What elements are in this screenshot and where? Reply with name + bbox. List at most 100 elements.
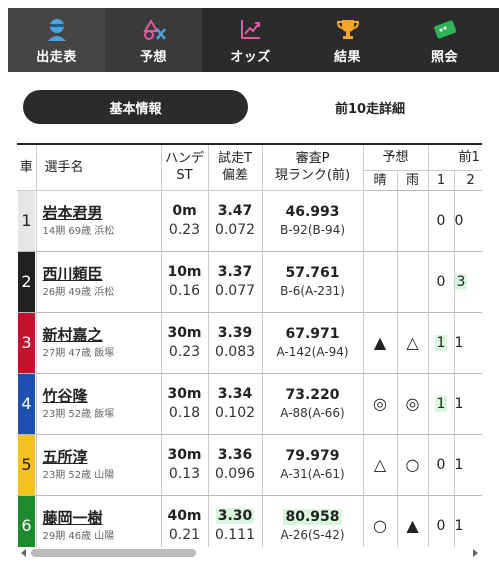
racer-icon: [44, 16, 70, 42]
racer-info: 23期 52歳 飯塚: [42, 408, 115, 420]
score: 80.958: [283, 509, 342, 525]
forecast-sunny: ▲: [363, 312, 398, 374]
deviation: 0.111: [214, 526, 256, 543]
prev-result-1: 0: [428, 190, 455, 252]
prev-result-2: 1: [454, 495, 482, 547]
prev-result-2: 3: [454, 251, 482, 313]
table-row: 5 五所淳 23期 52歳 山陽 30m 0.13 3.36 0.096 79.979…: [17, 434, 482, 496]
table-row: 1 岩本君男 14期 69歳 浜松 0m 0.23 3.47 0.072 46.993…: [17, 190, 482, 252]
forecast-rain: [397, 190, 429, 252]
nav-results[interactable]: 結果: [299, 8, 396, 72]
score: 79.979: [285, 448, 340, 464]
header-name: 選手名: [36, 145, 162, 191]
car-number: 2: [18, 251, 35, 312]
racer-info: 14期 69歳 浜松: [42, 225, 115, 237]
nav-label: 結果: [333, 49, 361, 65]
forecast-rain: △: [397, 312, 429, 374]
racer-name-link[interactable]: 岩本君男: [43, 203, 161, 223]
forecast-rain: ◎: [397, 373, 429, 435]
prev-result-2-value: 1: [454, 456, 464, 473]
rank: A-88(A-66): [280, 406, 345, 420]
header-rain: 雨: [397, 170, 429, 191]
prev-result-1: 0: [428, 434, 455, 496]
horizontal-scrollbar[interactable]: [17, 547, 482, 559]
prev-result-2-value: 3: [454, 273, 468, 290]
nav-label: 出走表: [36, 49, 77, 65]
forecast-sunny: ◎: [363, 373, 398, 435]
scroll-left-icon[interactable]: [21, 549, 26, 557]
prev-result-2-value: 1: [454, 517, 464, 534]
racer-name-link[interactable]: 竹谷隆: [43, 386, 161, 406]
forecast-sunny: [363, 251, 398, 313]
deviation: 0.096: [214, 465, 256, 482]
car-number: 3: [18, 312, 35, 373]
score: 46.993: [285, 204, 340, 220]
forecast-sunny: ○: [363, 495, 398, 547]
forecast-sunny: △: [363, 434, 398, 496]
car-number: 1: [18, 190, 35, 251]
rank: B-6(A-231): [280, 284, 345, 298]
header-trial: 試走T 偏差: [208, 145, 263, 191]
tab-last10-details[interactable]: 前10走詳細: [290, 90, 450, 124]
prev-result-2: 1: [454, 312, 482, 374]
header-score-line1: 審査P: [295, 151, 330, 167]
score: 57.761: [285, 265, 340, 281]
scrollbar-thumb[interactable]: [31, 549, 196, 557]
nav-label: 予想: [139, 49, 167, 65]
nav-odds[interactable]: オッズ: [202, 8, 299, 72]
start-timing: 0.21: [168, 526, 201, 543]
table-row: 3 新村嘉之 27期 47歳 飯塚 30m 0.23 3.39 0.083 67.97…: [17, 312, 482, 374]
prev-result-1: 1: [428, 312, 455, 374]
prev-result-2-value: 1: [454, 334, 464, 351]
prev-result-1: 0: [428, 251, 455, 313]
handicap: 0m: [172, 202, 197, 219]
racer-name-link[interactable]: 新村嘉之: [43, 325, 161, 345]
prev-result-2-value: 0: [454, 212, 464, 229]
table-row: 6 藤岡一樹 29期 46歳 山陽 40m 0.21 3.30 0.111 80.95…: [17, 495, 482, 547]
start-timing: 0.23: [168, 343, 201, 360]
header-trial-line1: 試走T: [218, 151, 252, 167]
chart-icon: [238, 16, 264, 42]
header-handicap-line1: ハンデ: [164, 151, 204, 167]
racer-info: 26期 49歳 浜松: [42, 286, 115, 298]
table-row: 4 竹谷隆 23期 52歳 飯塚 30m 0.18 3.34 0.102 73.220…: [17, 373, 482, 435]
racer-info: 23期 52歳 山陽: [42, 469, 115, 481]
rank: B-92(B-94): [279, 223, 346, 237]
nav-entry-list[interactable]: 出走表: [8, 8, 105, 72]
handicap: 10m: [167, 263, 202, 280]
deviation: 0.102: [214, 404, 256, 421]
top-nav: 出走表 予想 オッズ 結果 照会: [8, 8, 499, 72]
racer-name-link[interactable]: 西川頼臣: [43, 264, 161, 284]
handicap: 30m: [167, 385, 202, 402]
start-timing: 0.18: [168, 404, 201, 421]
racer-name-link[interactable]: 五所淳: [43, 447, 161, 467]
ticket-icon: [432, 16, 458, 42]
racer-name-link[interactable]: 藤岡一樹: [43, 508, 161, 528]
table-row: 2 西川頼臣 26期 49歳 浜松 10m 0.16 3.37 0.077 57.76…: [17, 251, 482, 313]
header-prev-1: 1: [428, 170, 455, 191]
handicap: 40m: [167, 507, 202, 524]
start-timing: 0.16: [168, 282, 201, 299]
header-prev: 前1: [428, 145, 482, 171]
score-wrap: 80.958: [263, 508, 363, 527]
header-forecast: 予想: [363, 145, 429, 171]
nav-label: 照会: [430, 49, 458, 65]
nav-label: オッズ: [230, 49, 271, 65]
rank: A-26(S-42): [280, 528, 345, 542]
prev-result-2-value: 1: [454, 395, 464, 412]
prev-result-1: 0: [428, 495, 455, 547]
trophy-icon: [335, 16, 361, 42]
tab-basic-info[interactable]: 基本情報: [23, 90, 248, 124]
header-score-line2: 現ランク(前): [274, 168, 351, 184]
deviation: 0.072: [214, 221, 256, 238]
header-score: 審査P 現ランク(前): [262, 145, 364, 191]
trial-time: 3.37: [217, 263, 253, 280]
score: 67.971: [285, 326, 340, 342]
header-car: 車: [17, 145, 37, 191]
nav-inquiry[interactable]: 照会: [396, 8, 493, 72]
nav-prediction[interactable]: 予想: [105, 8, 202, 72]
scroll-right-icon[interactable]: [473, 549, 478, 557]
car-number: 6: [18, 495, 35, 547]
start-timing: 0.13: [168, 465, 201, 482]
rank: A-31(A-61): [280, 467, 345, 481]
